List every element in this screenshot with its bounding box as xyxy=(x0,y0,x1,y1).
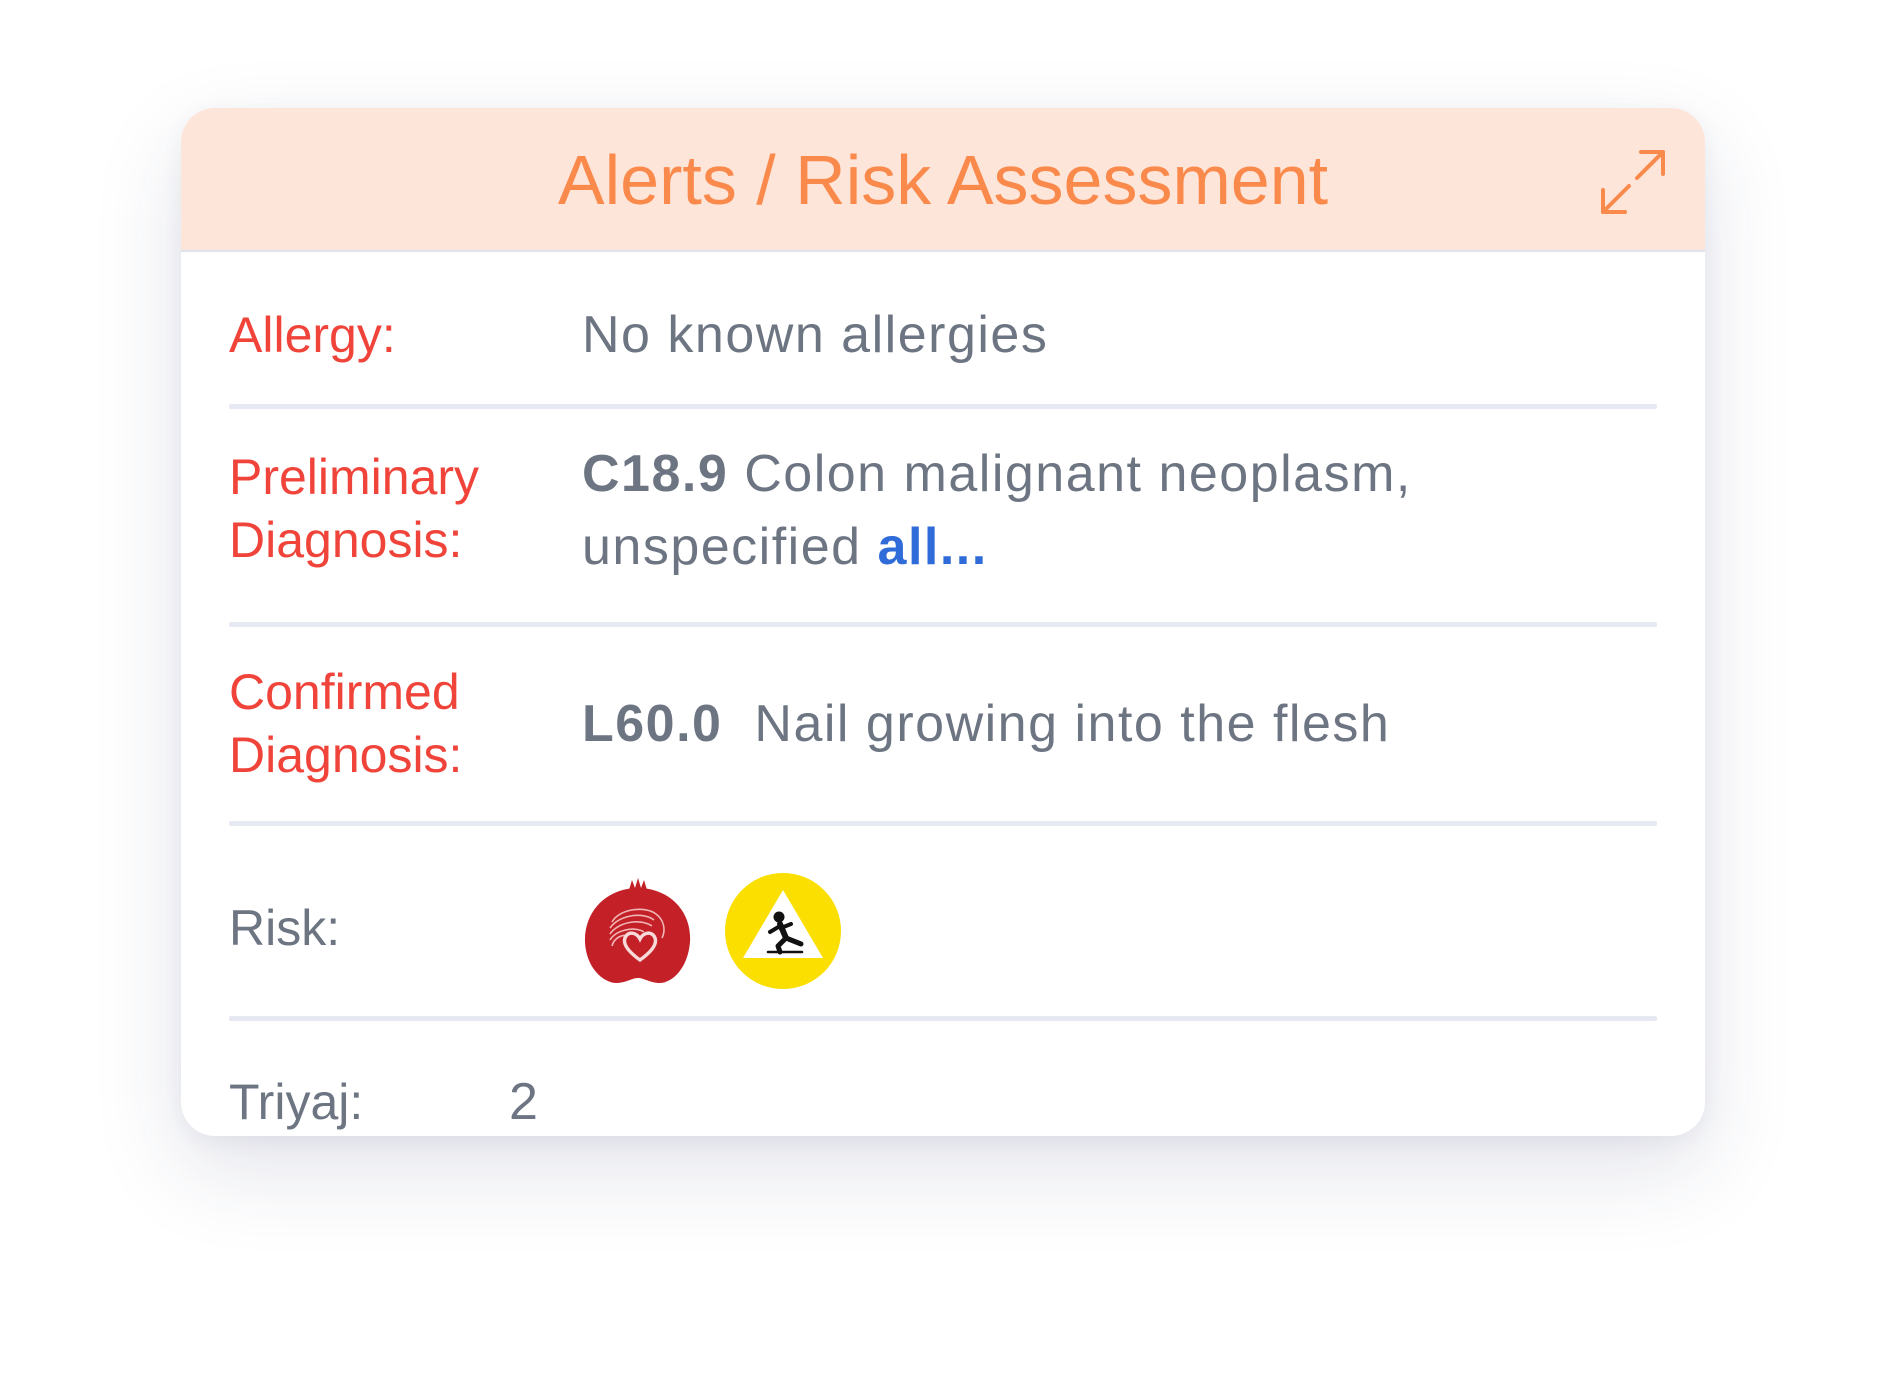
risk-label: Risk: xyxy=(229,900,341,956)
card-header: Alerts / Risk Assessment xyxy=(181,108,1705,252)
confirmed-diagnosis-label-line2: Diagnosis: xyxy=(229,727,463,783)
confirmed-diagnosis-code: L60.0 xyxy=(582,695,723,753)
preliminary-diagnosis-label-line2: Diagnosis: xyxy=(229,512,463,568)
pomegranate-risk-icon[interactable] xyxy=(582,876,694,988)
triage-value: 2 xyxy=(509,1073,540,1131)
confirmed-diagnosis-line: L60.0 Nail growing into the flesh xyxy=(582,688,1390,760)
triage-row: Triyaj: 2 xyxy=(229,1064,1657,1136)
expand-arrows-icon[interactable] xyxy=(1597,146,1669,218)
allergy-value: No known allergies xyxy=(582,306,1049,364)
preliminary-diagnosis-text-line2: unspecified xyxy=(582,518,862,576)
confirmed-diagnosis-label-line1: Confirmed xyxy=(229,664,460,720)
risk-row: Risk: xyxy=(229,828,1657,1018)
preliminary-diagnosis-row: Preliminary Diagnosis: C18.9 Colon malig… xyxy=(229,445,1657,596)
show-all-diagnoses-link[interactable]: all... xyxy=(878,518,988,576)
preliminary-diagnosis-text-line1: Colon malignant neoplasm, xyxy=(744,445,1412,503)
preliminary-diagnosis-code: C18.9 xyxy=(582,445,729,503)
divider xyxy=(229,821,1657,826)
divider xyxy=(229,1016,1657,1021)
allergy-row: Allergy: No known allergies xyxy=(229,296,1657,376)
preliminary-diagnosis-line1: C18.9 Colon malignant neoplasm, xyxy=(582,438,1412,510)
confirmed-diagnosis-row: Confirmed Diagnosis: L60.0 Nail growing … xyxy=(229,661,1657,811)
card-title: Alerts / Risk Assessment xyxy=(557,141,1329,219)
triage-label: Triyaj: xyxy=(229,1074,364,1130)
divider xyxy=(229,622,1657,627)
preliminary-diagnosis-label-line1: Preliminary xyxy=(229,449,480,505)
fall-risk-icon[interactable] xyxy=(724,872,842,990)
preliminary-diagnosis-line2: unspecified all... xyxy=(582,511,988,583)
allergy-label: Allergy: xyxy=(229,307,396,363)
divider xyxy=(229,404,1657,409)
confirmed-diagnosis-text: Nail growing into the flesh xyxy=(754,695,1391,753)
alerts-risk-card: Alerts / Risk Assessment Allergy: No kno… xyxy=(181,108,1705,1136)
